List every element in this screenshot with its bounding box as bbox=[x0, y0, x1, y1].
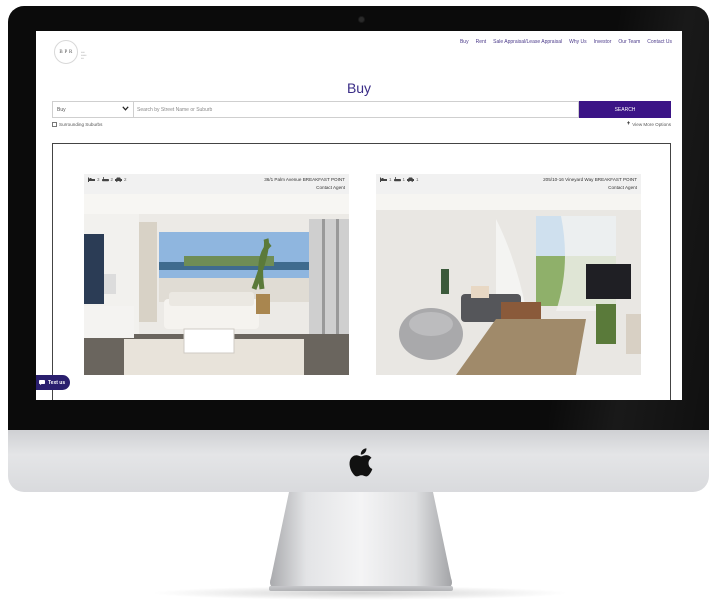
beds-count: 1 bbox=[389, 177, 392, 182]
listing-photo[interactable] bbox=[376, 194, 641, 375]
nav-contact-us[interactable]: Contact Us bbox=[647, 39, 672, 45]
apple-logo-icon bbox=[349, 448, 373, 477]
search-options-row: Surrounding Suburbs + View More Options bbox=[52, 121, 671, 130]
listing-card[interactable]: 3 2 2 36/1 Palm Avenue BREAKFAST POINT C… bbox=[84, 174, 349, 375]
surrounding-suburbs-checkbox[interactable] bbox=[52, 122, 57, 127]
surrounding-suburbs-label: Surrounding Suburbs bbox=[59, 122, 103, 127]
text-us-button[interactable]: Text us bbox=[36, 375, 70, 390]
listing-features: 3 2 2 bbox=[88, 177, 127, 182]
listing-card[interactable]: 1 1 1 205/10-16 Vineyard Way BREAKFAST P… bbox=[376, 174, 641, 375]
imac-device: B P R ▪▪▪▪ ▪▪▪▪▪▪ ▪▪▪ Buy Rent Sale Apprai… bbox=[0, 0, 709, 604]
plus-icon: + bbox=[626, 121, 631, 127]
nav-our-team[interactable]: Our Team bbox=[618, 39, 640, 45]
baths-count: 1 bbox=[402, 177, 406, 182]
bath-icon bbox=[101, 177, 109, 182]
listing-price: Contact Agent bbox=[316, 185, 345, 190]
surrounding-suburbs-option[interactable]: Surrounding Suburbs bbox=[52, 122, 102, 127]
listing-type-select[interactable]: Buy bbox=[52, 101, 133, 118]
site-logo[interactable]: B P R bbox=[54, 40, 78, 64]
cars-count: 2 bbox=[124, 177, 127, 182]
listing-type-value: Buy bbox=[57, 106, 66, 113]
car-icon bbox=[407, 177, 415, 182]
nav-appraisal[interactable]: Sale Appraisal/Lease Appraisal bbox=[493, 39, 562, 45]
page-title: Buy bbox=[346, 80, 372, 96]
baths-count: 2 bbox=[110, 177, 114, 182]
text-us-label: Text us bbox=[48, 379, 66, 386]
view-more-options-label: View More Options bbox=[632, 122, 671, 127]
search-input[interactable] bbox=[133, 101, 579, 118]
cars-count: 1 bbox=[416, 177, 419, 182]
listing-photo[interactable] bbox=[84, 194, 349, 375]
chat-icon bbox=[39, 380, 45, 385]
nav-why-us[interactable]: Why Us bbox=[569, 39, 587, 45]
main-nav: Buy Rent Sale Appraisal/Lease Appraisal … bbox=[460, 39, 672, 45]
chevron-down-icon bbox=[122, 106, 129, 113]
listing-meta: 3 2 2 36/1 Palm Avenue BREAKFAST POINT C… bbox=[84, 174, 349, 194]
listing-features: 1 1 1 bbox=[380, 177, 419, 182]
site-header: B P R ▪▪▪▪ ▪▪▪▪▪▪ ▪▪▪ Buy Rent Sale Apprai… bbox=[36, 31, 682, 71]
car-icon bbox=[115, 177, 123, 182]
nav-rent[interactable]: Rent bbox=[476, 39, 487, 45]
stand-shadow bbox=[150, 586, 570, 600]
listing-price: Contact Agent bbox=[608, 185, 637, 190]
bed-icon bbox=[88, 177, 95, 182]
results-panel: 3 2 2 36/1 Palm Avenue BREAKFAST POINT C… bbox=[52, 143, 671, 400]
logo-tagline: ▪▪▪▪ ▪▪▪▪▪▪ ▪▪▪ bbox=[81, 51, 87, 60]
camera-icon bbox=[359, 17, 364, 22]
search-bar: Buy SEARCH bbox=[52, 101, 671, 118]
nav-investor[interactable]: Investor bbox=[594, 39, 612, 45]
browser-screen: B P R ▪▪▪▪ ▪▪▪▪▪▪ ▪▪▪ Buy Rent Sale Apprai… bbox=[36, 31, 682, 400]
beds-count: 3 bbox=[97, 177, 100, 182]
view-more-options-link[interactable]: + View More Options bbox=[626, 121, 671, 127]
listing-address[interactable]: 36/1 Palm Avenue BREAKFAST POINT bbox=[264, 177, 345, 182]
listing-address[interactable]: 205/10-16 Vineyard Way BREAKFAST POINT bbox=[543, 177, 637, 182]
listing-meta: 1 1 1 205/10-16 Vineyard Way BREAKFAST P… bbox=[376, 174, 641, 194]
nav-buy[interactable]: Buy bbox=[460, 39, 469, 45]
bath-icon bbox=[393, 177, 401, 182]
logo-mark: B P R bbox=[59, 49, 73, 55]
search-button[interactable]: SEARCH bbox=[579, 101, 671, 118]
monitor-stand bbox=[269, 492, 453, 591]
bed-icon bbox=[380, 177, 387, 182]
